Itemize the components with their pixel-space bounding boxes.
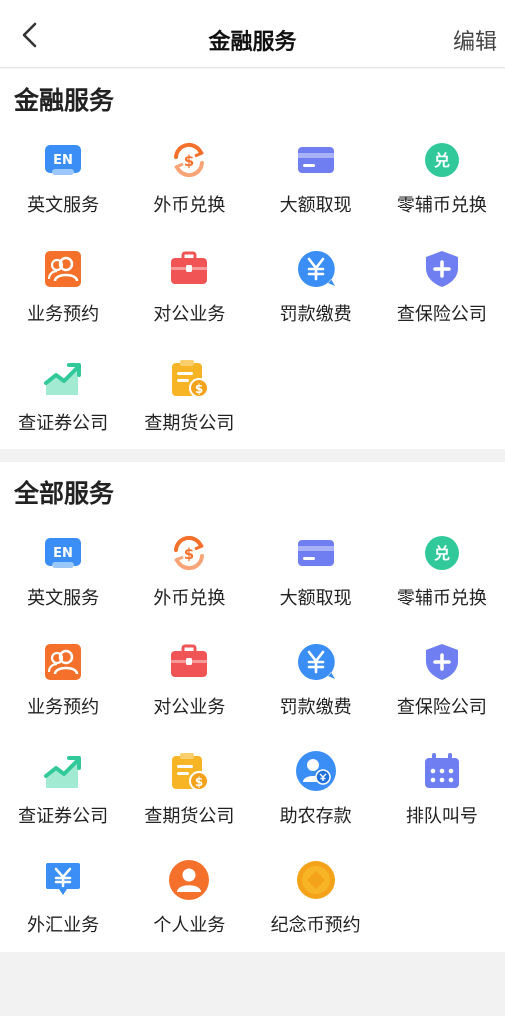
svg-text:$: $ (195, 775, 203, 789)
service-item[interactable]: 助农存款 (253, 746, 379, 855)
users-icon (42, 248, 84, 290)
service-item-label: 罚款缴费 (279, 304, 352, 325)
shield-plus-icon (421, 248, 463, 290)
svg-text:EN: EN (53, 546, 73, 561)
coin-icon (295, 859, 337, 901)
service-item[interactable]: 对公业务 (126, 244, 252, 353)
svg-text:兑: 兑 (434, 151, 450, 170)
service-item[interactable]: EN 英文服务 (0, 528, 126, 637)
financial-services-section: 金融服务 EN 英文服务 $ 外币兑换 大额取现 兑零辅币兑换业务预约 对公业务 罚款缴费 查保… (0, 69, 505, 449)
service-item[interactable]: 罚款缴费 (253, 244, 379, 353)
service-item-label: 纪念币预约 (270, 915, 361, 936)
service-item[interactable]: 业务预约 (0, 637, 126, 746)
service-item[interactable]: 对公业务 (126, 637, 252, 746)
service-item-label: 对公业务 (153, 304, 226, 325)
service-item[interactable]: 罚款缴费 (253, 637, 379, 746)
service-item-label: 个人业务 (153, 915, 226, 936)
currency-exchange-icon: $ (168, 532, 210, 574)
service-item-label: 零辅币兑换 (396, 588, 487, 609)
service-item-label: 助农存款 (279, 806, 352, 827)
section-title: 全部服务 (14, 479, 115, 508)
page-title: 金融服务 (208, 30, 297, 55)
nav-bar: 金融服务 编辑 (0, 0, 505, 68)
svg-text:兑: 兑 (434, 544, 450, 563)
service-item[interactable]: 排队叫号 (379, 746, 505, 855)
trend-up-icon (42, 357, 84, 399)
farmer-deposit-icon (295, 750, 337, 792)
svg-text:$: $ (184, 545, 194, 563)
calendar-icon (421, 750, 463, 792)
service-item-label: 对公业务 (153, 697, 226, 718)
en-icon: EN (42, 139, 84, 181)
service-item[interactable]: 大额取现 (253, 135, 379, 244)
section-title: 金融服务 (14, 86, 115, 115)
service-item[interactable]: 外汇业务 (0, 855, 126, 964)
service-item-label: 零辅币兑换 (396, 195, 487, 216)
currency-exchange-icon: $ (168, 139, 210, 181)
briefcase-icon (168, 641, 210, 683)
svg-text:EN: EN (53, 153, 73, 168)
coin-exchange-icon: 兑 (421, 532, 463, 574)
service-item[interactable]: 兑零辅币兑换 (379, 528, 505, 637)
edit-button[interactable]: 编辑 (453, 24, 497, 56)
service-item[interactable]: 纪念币预约 (253, 855, 379, 964)
service-item[interactable]: 查保险公司 (379, 637, 505, 746)
service-item[interactable]: 查证券公司 (0, 353, 126, 462)
yen-chat-icon (295, 248, 337, 290)
service-item[interactable]: 查证券公司 (0, 746, 126, 855)
service-item[interactable]: 大额取现 (253, 528, 379, 637)
card-icon (295, 532, 337, 574)
service-item-label: 外汇业务 (27, 915, 100, 936)
yen-tag-icon (42, 859, 84, 901)
card-icon (295, 139, 337, 181)
service-item-label: 查期货公司 (144, 806, 235, 827)
service-item-label: 罚款缴费 (279, 697, 352, 718)
service-item[interactable]: 兑零辅币兑换 (379, 135, 505, 244)
service-item-label: 业务预约 (27, 304, 100, 325)
briefcase-icon (168, 248, 210, 290)
service-grid: EN 英文服务 $ 外币兑换 大额取现 兑零辅币兑换业务预约 对公业务 罚款缴费 查保险公司查证… (0, 135, 505, 462)
coin-exchange-icon: 兑 (421, 139, 463, 181)
service-item-label: 大额取现 (279, 588, 352, 609)
service-item[interactable]: $ 查期货公司 (126, 746, 252, 855)
service-item-label: 英文服务 (27, 195, 100, 216)
svg-text:$: $ (184, 152, 194, 170)
service-item[interactable]: $ 查期货公司 (126, 353, 252, 462)
service-item[interactable]: 查保险公司 (379, 244, 505, 353)
service-grid: EN 英文服务 $ 外币兑换 大额取现 兑零辅币兑换业务预约 对公业务 罚款缴费 查保险公司查证… (0, 528, 505, 964)
service-item[interactable]: $ 外币兑换 (126, 135, 252, 244)
yen-chat-icon (295, 641, 337, 683)
all-services-section: 全部服务 EN 英文服务 $ 外币兑换 大额取现 兑零辅币兑换业务预约 对公业务 罚款缴费 查保… (0, 462, 505, 952)
service-item-label: 查保险公司 (396, 697, 487, 718)
clipboard-dollar-icon: $ (168, 750, 210, 792)
clipboard-dollar-icon: $ (168, 357, 210, 399)
service-item-label: 英文服务 (27, 588, 100, 609)
trend-up-icon (42, 750, 84, 792)
users-icon (42, 641, 84, 683)
service-item-label: 排队叫号 (405, 806, 478, 827)
service-item[interactable]: 业务预约 (0, 244, 126, 353)
svg-text:$: $ (195, 382, 203, 396)
service-item-label: 大额取现 (279, 195, 352, 216)
shield-plus-icon (421, 641, 463, 683)
service-item[interactable]: EN 英文服务 (0, 135, 126, 244)
service-item-label: 查证券公司 (18, 806, 109, 827)
en-icon: EN (42, 532, 84, 574)
service-item-label: 查保险公司 (396, 304, 487, 325)
person-icon (168, 859, 210, 901)
service-item[interactable]: $ 外币兑换 (126, 528, 252, 637)
service-item-label: 查期货公司 (144, 413, 235, 434)
service-item-label: 外币兑换 (153, 195, 226, 216)
service-item-label: 外币兑换 (153, 588, 226, 609)
service-item-label: 业务预约 (27, 697, 100, 718)
service-item[interactable]: 个人业务 (126, 855, 252, 964)
service-item-label: 查证券公司 (18, 413, 109, 434)
